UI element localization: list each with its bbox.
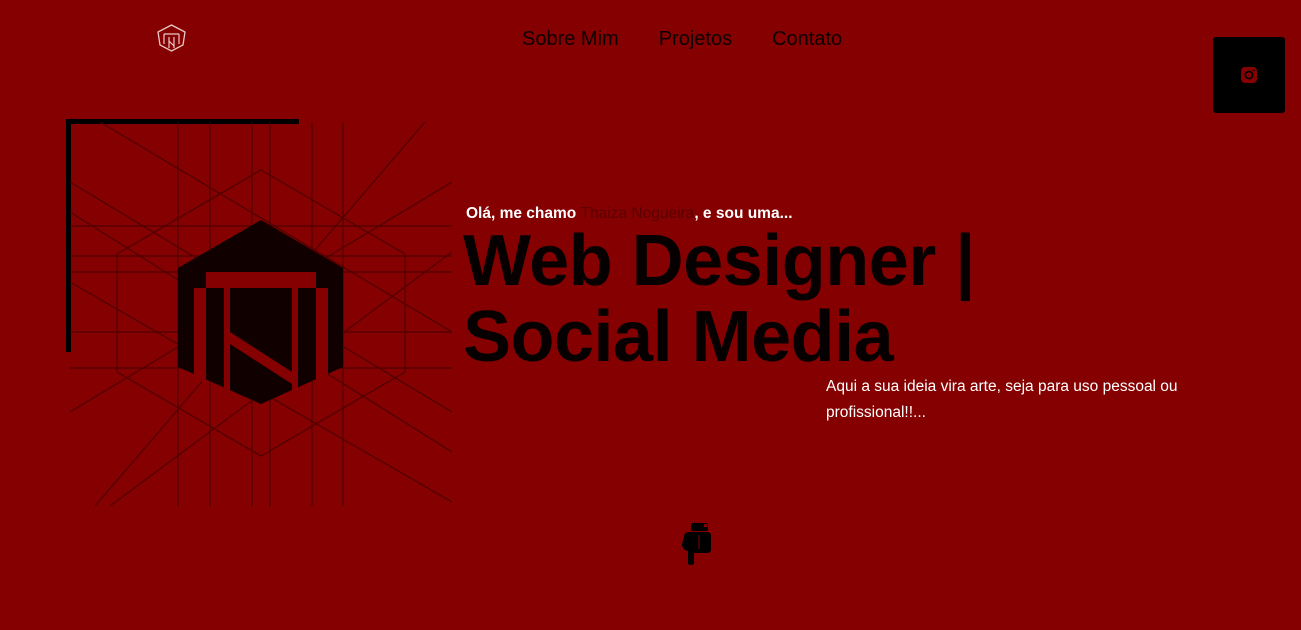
pointing-down-hand-icon[interactable] xyxy=(678,521,714,565)
instagram-button[interactable] xyxy=(1213,37,1285,113)
hero-headline: Web Designer | Social Media xyxy=(463,223,975,375)
greeting-name: Thaiza Nogueira xyxy=(580,205,695,222)
main-nav: Sobre Mim Projetos Contato xyxy=(522,27,882,51)
logo-icon[interactable] xyxy=(156,24,187,52)
instagram-icon xyxy=(1241,67,1257,83)
headline-line-2: Social Media xyxy=(463,297,894,377)
greeting-prefix: Olá, me chamo xyxy=(466,205,581,222)
greeting-suffix: , e sou uma... xyxy=(694,205,793,222)
nav-link-projetos[interactable]: Projetos xyxy=(659,27,732,51)
hero-tagline: Aqui a sua ideia vira arte, seja para us… xyxy=(826,378,1178,421)
hero-logo-artwork xyxy=(70,122,452,506)
nav-link-contato[interactable]: Contato xyxy=(772,27,842,51)
headline-line-1: Web Designer | xyxy=(463,221,975,301)
nav-link-sobre-mim[interactable]: Sobre Mim xyxy=(522,27,619,51)
